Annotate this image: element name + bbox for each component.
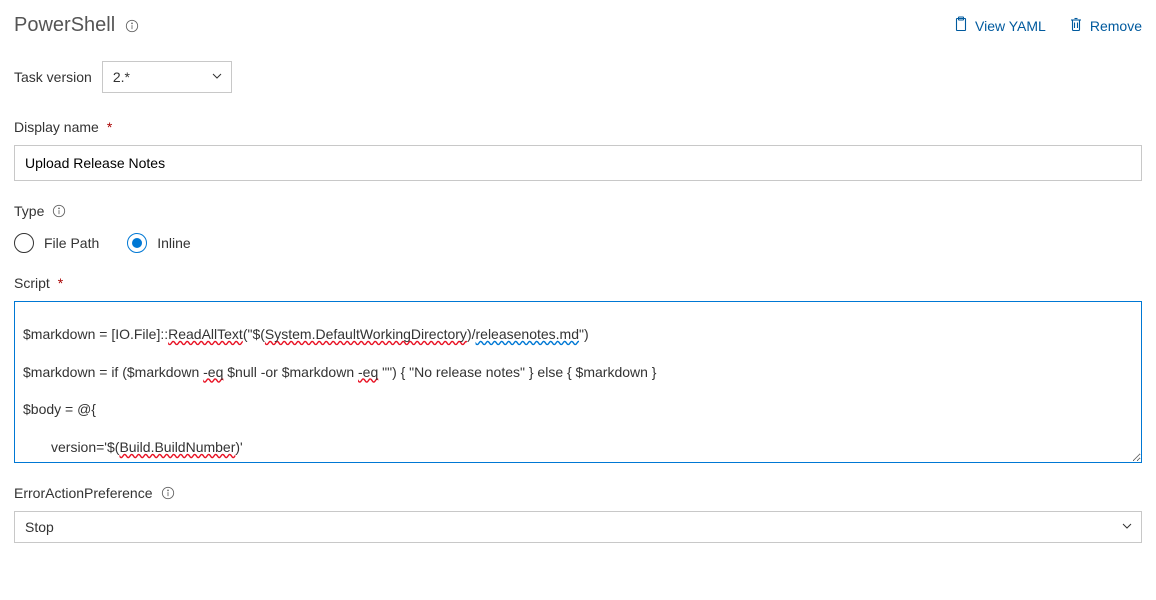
display-name-label-row: Display name * (14, 119, 1142, 135)
remove-label: Remove (1090, 18, 1142, 34)
remove-button[interactable]: Remove (1068, 16, 1142, 35)
type-label: Type (14, 203, 44, 219)
type-section: Type File Path Inline (14, 203, 1142, 253)
task-version-label: Task version (14, 69, 92, 85)
clipboard-icon (953, 16, 969, 35)
script-textarea[interactable]: $markdown = [IO.File]::ReadAllText("$(Sy… (14, 301, 1142, 463)
error-action-value: Stop (25, 519, 54, 535)
error-action-section: ErrorActionPreference Stop (14, 485, 1142, 543)
info-icon[interactable] (125, 19, 139, 33)
radio-inline[interactable]: Inline (127, 233, 190, 253)
task-version-row: Task version 2.* (14, 61, 1142, 93)
display-name-label: Display name (14, 119, 99, 135)
task-header: PowerShell View YAML Remove (14, 14, 1142, 37)
type-radio-group: File Path Inline (14, 233, 1142, 253)
chevron-down-icon (1121, 519, 1133, 535)
chevron-down-icon (211, 69, 223, 85)
radio-inline-label: Inline (157, 235, 190, 251)
radio-file-path[interactable]: File Path (14, 233, 99, 253)
view-yaml-button[interactable]: View YAML (953, 16, 1046, 35)
trash-icon (1068, 16, 1084, 35)
radio-circle (127, 233, 147, 253)
header-actions: View YAML Remove (953, 16, 1142, 35)
page-title: PowerShell (14, 14, 115, 37)
script-label-row: Script * (14, 275, 1142, 291)
required-marker: * (58, 275, 63, 291)
type-label-row: Type (14, 203, 1142, 219)
title-group: PowerShell (14, 14, 139, 37)
error-action-label-row: ErrorActionPreference (14, 485, 1142, 501)
display-name-section: Display name * (14, 119, 1142, 181)
script-label: Script (14, 275, 50, 291)
view-yaml-label: View YAML (975, 18, 1046, 34)
error-action-label: ErrorActionPreference (14, 485, 153, 501)
radio-file-path-label: File Path (44, 235, 99, 251)
required-marker: * (107, 119, 112, 135)
error-action-select[interactable]: Stop (14, 511, 1142, 543)
task-version-value: 2.* (113, 69, 130, 85)
radio-circle (14, 233, 34, 253)
display-name-input[interactable] (14, 145, 1142, 181)
info-icon[interactable] (52, 204, 66, 218)
info-icon[interactable] (161, 486, 175, 500)
task-version-select[interactable]: 2.* (102, 61, 232, 93)
script-section: Script * $markdown = [IO.File]::ReadAllT… (14, 275, 1142, 463)
